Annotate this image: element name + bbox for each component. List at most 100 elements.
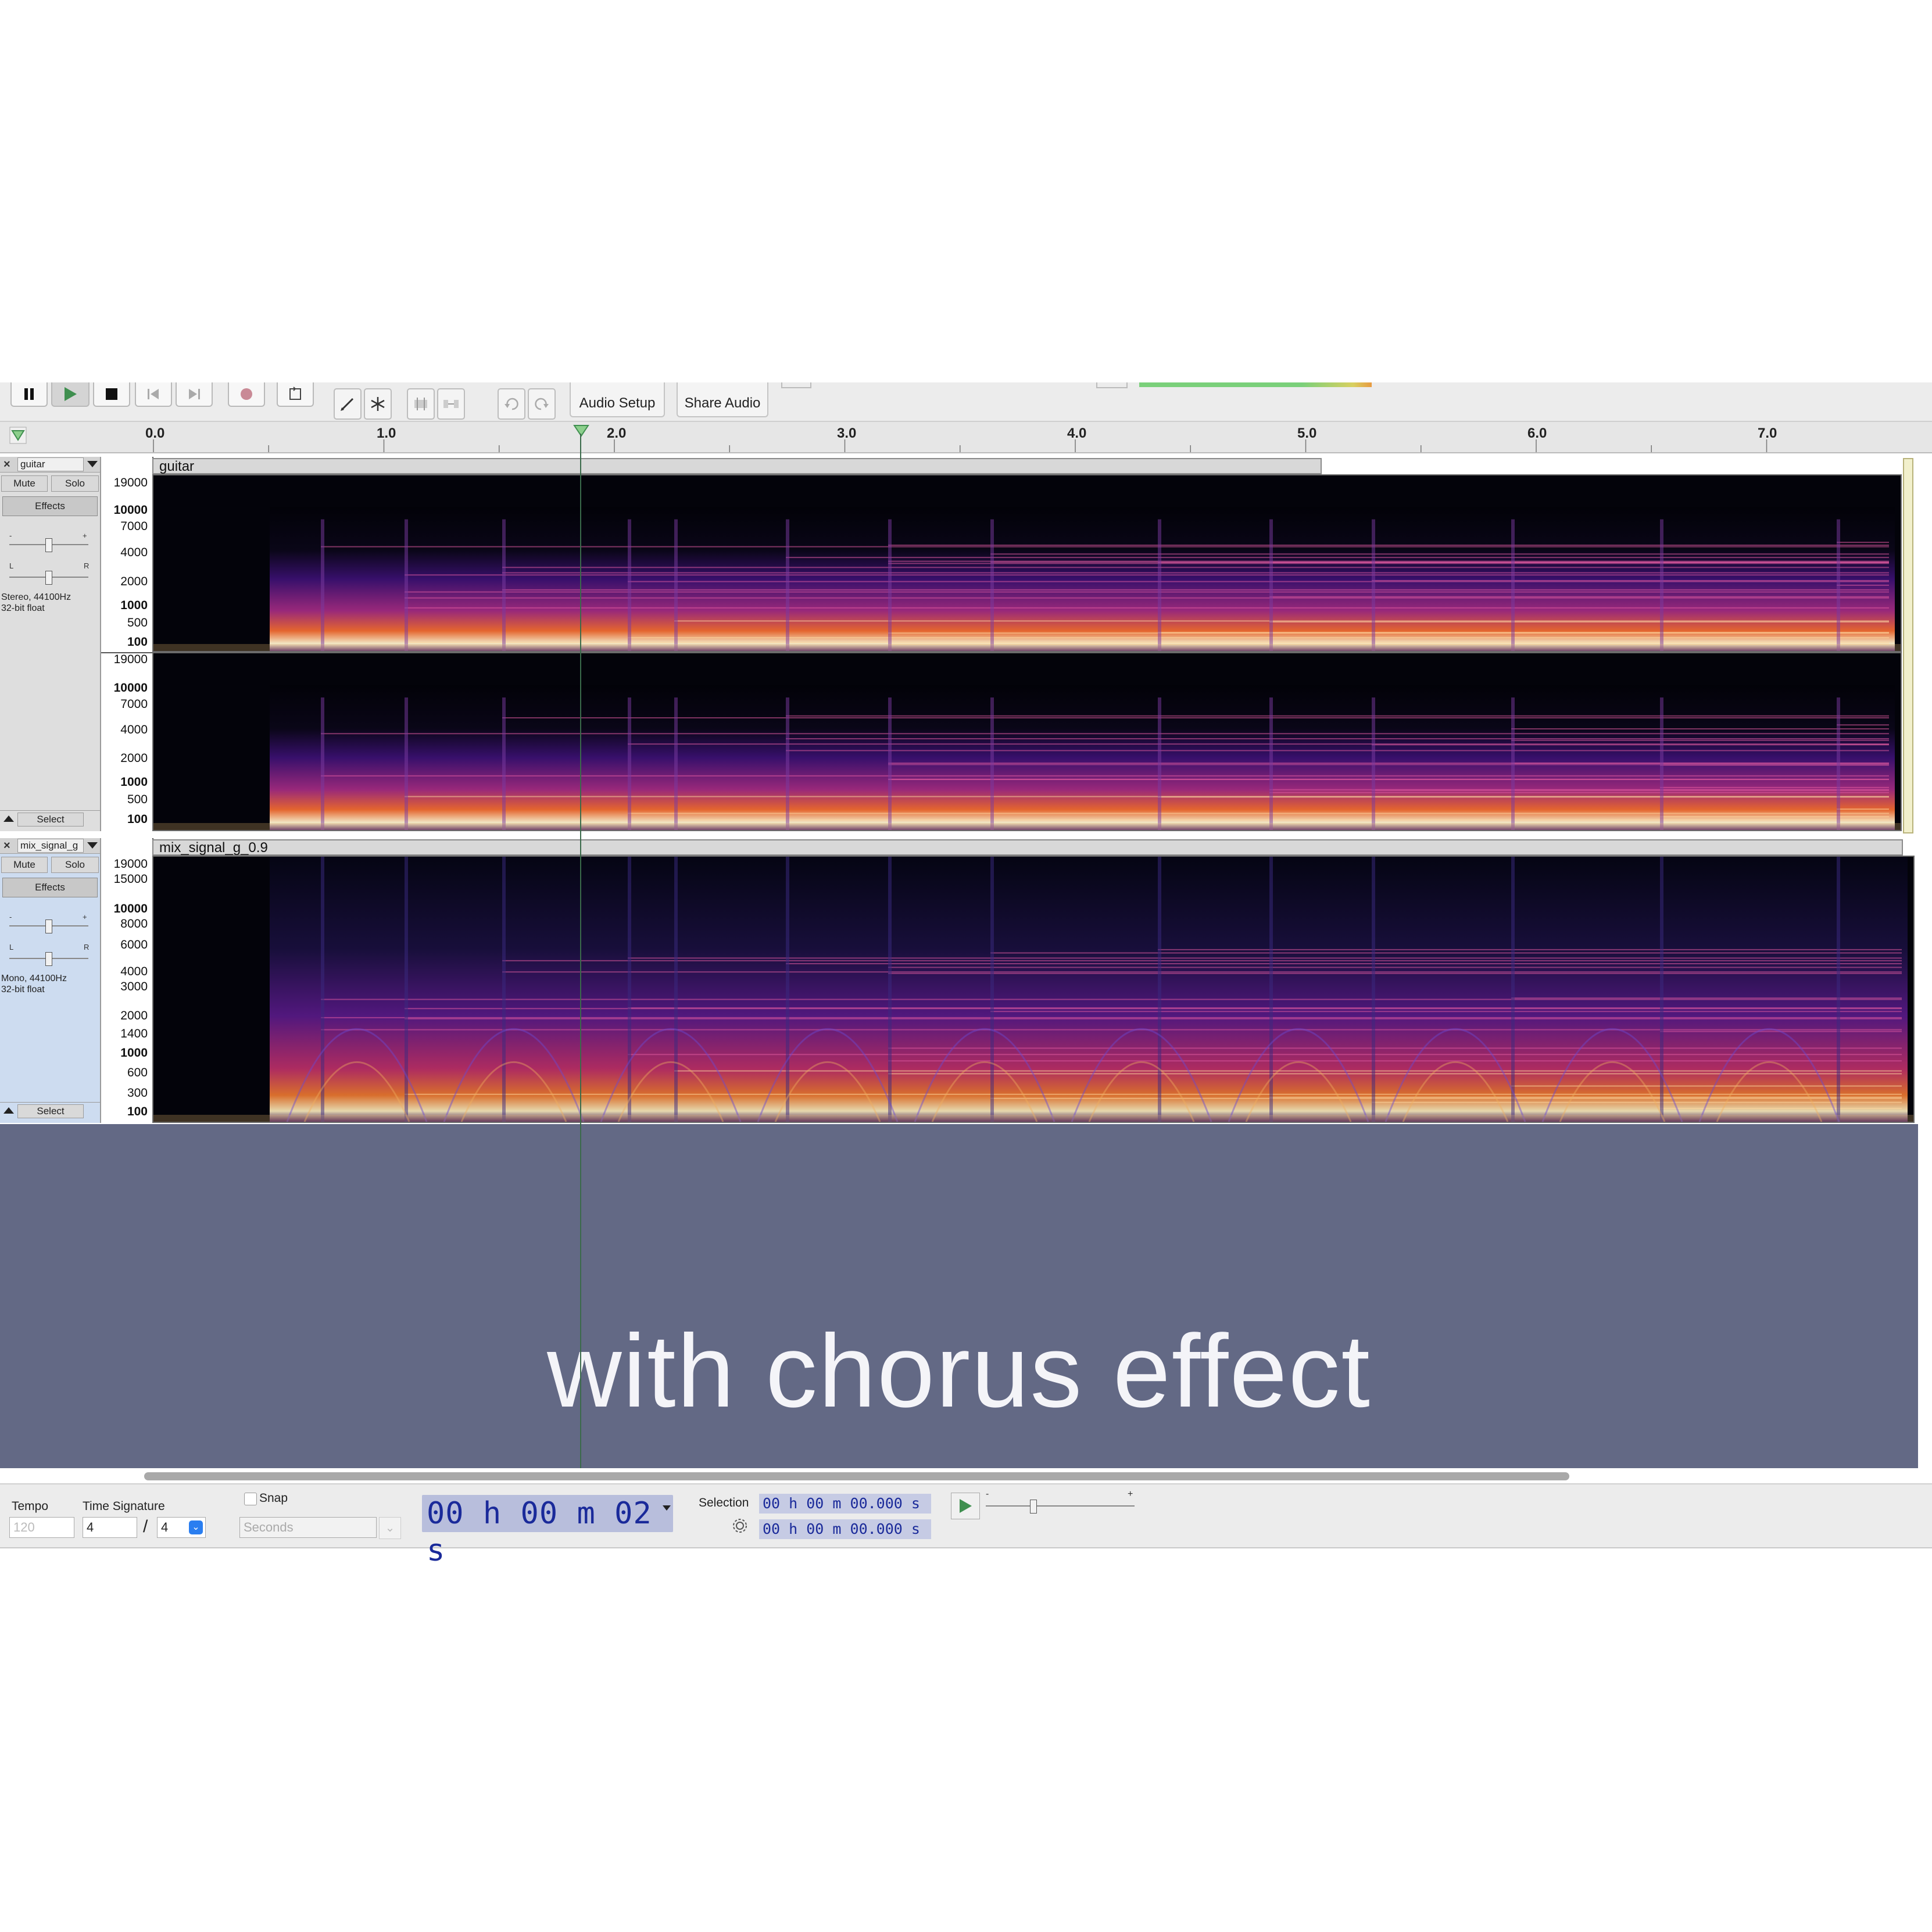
silence-icon <box>443 400 459 408</box>
spectrogram-guitar-left[interactable] <box>152 474 1902 652</box>
share-audio-label: Share Audio <box>684 395 761 411</box>
tempo-value: 120 <box>13 1520 35 1534</box>
close-track-icon[interactable]: × <box>3 839 10 853</box>
time-signature-denominator[interactable]: 4 ⌄ <box>157 1517 206 1538</box>
pan-left-label: L <box>9 943 14 951</box>
ruler-label: 6.0 <box>1527 425 1547 441</box>
play-at-speed-button[interactable] <box>951 1493 980 1519</box>
selection-end-display[interactable]: 00 h 00 m 00.000 s <box>759 1519 931 1539</box>
effects-button[interactable]: Effects <box>2 878 98 897</box>
track-header: × mix_signal_g <box>0 838 100 854</box>
freq-label: 10000 <box>113 503 148 517</box>
spectrogram-mix[interactable] <box>152 856 1915 1123</box>
skip-end-icon <box>189 389 200 399</box>
mute-button[interactable]: Mute <box>1 475 48 492</box>
clip-name-mix[interactable]: mix_signal_g_0.9 <box>152 839 1903 856</box>
chevron-down-icon[interactable]: ⌄ <box>379 1517 401 1539</box>
pan-slider[interactable] <box>9 952 88 966</box>
skip-start-button[interactable] <box>135 382 172 407</box>
redo-button[interactable] <box>528 388 556 420</box>
freq-label: 15000 <box>113 872 148 886</box>
clip-name-guitar[interactable]: guitar <box>152 458 1322 474</box>
pan-slider-thumb[interactable] <box>45 952 52 966</box>
play-button[interactable] <box>51 382 90 407</box>
track-name-menu[interactable]: guitar <box>17 457 84 471</box>
collapse-track-icon[interactable] <box>3 815 14 822</box>
speed-min-label: - <box>986 1489 989 1499</box>
gain-max-label: + <box>83 531 87 540</box>
ruler-label: 4.0 <box>1067 425 1087 441</box>
meter-toggle[interactable] <box>781 382 811 388</box>
select-track-button[interactable]: Select <box>17 813 84 827</box>
stop-button[interactable] <box>93 382 130 407</box>
track-footer: Select <box>0 810 100 827</box>
gear-icon[interactable] <box>731 1517 749 1534</box>
gain-slider-thumb[interactable] <box>45 538 52 552</box>
horizontal-scrollbar[interactable] <box>144 1472 1569 1480</box>
chevron-down-icon[interactable] <box>87 842 98 849</box>
track-resize-edge[interactable] <box>1903 458 1913 833</box>
spectrogram-guitar-right[interactable] <box>152 652 1902 831</box>
draw-tool-button[interactable] <box>334 388 362 420</box>
multi-tool-button[interactable] <box>364 388 392 420</box>
freq-label: 2000 <box>120 752 148 765</box>
solo-button[interactable]: Solo <box>51 857 99 873</box>
spectrogram-image <box>153 857 1913 1122</box>
ruler-ticks <box>153 439 1768 452</box>
track-format-info: Stereo, 44100Hz 32-bit float <box>1 592 71 614</box>
close-track-icon[interactable]: × <box>3 458 10 471</box>
spectrogram-image <box>153 653 1901 830</box>
play-speed-thumb[interactable] <box>1030 1500 1037 1514</box>
mute-button[interactable]: Mute <box>1 857 48 873</box>
track-name-menu[interactable]: mix_signal_g <box>17 839 84 853</box>
share-audio-button[interactable]: Share Audio <box>677 382 768 417</box>
pencil-icon <box>341 398 354 411</box>
loop-icon <box>289 387 301 400</box>
bottom-toolbar: Tempo 120 Time Signature 4 / 4 ⌄ Snap Se… <box>0 1483 1932 1568</box>
silence-audio-button[interactable] <box>437 388 465 420</box>
gain-slider-thumb[interactable] <box>45 920 52 933</box>
skip-end-button[interactable] <box>176 382 213 407</box>
time-signature-num-value: 4 <box>87 1520 94 1534</box>
track-format-rate: Stereo, 44100Hz <box>1 592 71 602</box>
undo-button[interactable] <box>498 388 525 420</box>
collapse-track-icon[interactable] <box>3 1107 14 1114</box>
trim-audio-button[interactable] <box>407 388 435 420</box>
chevron-down-icon[interactable] <box>87 461 98 467</box>
meter-toggle-2[interactable] <box>1096 382 1128 388</box>
freq-label: 7000 <box>120 520 148 533</box>
frequency-ruler-guitar: 19000 10000 7000 4000 2000 1000 500 100 … <box>101 457 153 831</box>
audio-setup-button[interactable]: Audio Setup <box>570 382 665 417</box>
snap-checkbox[interactable] <box>244 1493 257 1505</box>
solo-button[interactable]: Solo <box>51 475 99 492</box>
ruler-label: 0.0 <box>145 425 165 441</box>
pause-button[interactable] <box>10 382 48 407</box>
gain-slider[interactable] <box>9 538 88 552</box>
freq-label: 10000 <box>113 681 148 695</box>
snap-unit-select[interactable]: Seconds <box>239 1517 377 1538</box>
freq-label: 100 <box>127 635 148 649</box>
asterisk-icon <box>371 397 385 411</box>
stop-icon <box>106 388 117 400</box>
track-format-depth: 32-bit float <box>1 603 45 613</box>
tempo-field[interactable]: 120 <box>9 1517 74 1538</box>
pan-slider-thumb[interactable] <box>45 571 52 585</box>
record-button[interactable] <box>228 382 265 407</box>
freq-label: 19000 <box>113 476 148 489</box>
pan-slider[interactable] <box>9 571 88 585</box>
play-head-marker-icon[interactable] <box>573 424 589 438</box>
effects-button[interactable]: Effects <box>2 496 98 516</box>
audio-position-display[interactable]: 00 h 00 m 02 s <box>422 1495 673 1568</box>
selection-start-display[interactable]: 00 h 00 m 00.000 s <box>759 1494 931 1514</box>
pause-icon <box>24 388 34 400</box>
timeline-ruler[interactable]: 0.0 1.0 2.0 3.0 4.0 5.0 6.0 7.0 <box>0 422 1932 453</box>
time-signature-label: Time Signature <box>83 1500 165 1513</box>
chevron-down-icon[interactable]: ⌄ <box>189 1520 203 1534</box>
freq-label: 19000 <box>113 857 148 871</box>
gain-slider[interactable] <box>9 920 88 933</box>
play-speed-slider[interactable] <box>986 1500 1135 1514</box>
time-signature-numerator[interactable]: 4 <box>83 1517 137 1538</box>
select-track-button[interactable]: Select <box>17 1104 84 1118</box>
loop-button[interactable] <box>277 382 314 407</box>
chevron-down-icon[interactable] <box>663 1505 671 1511</box>
